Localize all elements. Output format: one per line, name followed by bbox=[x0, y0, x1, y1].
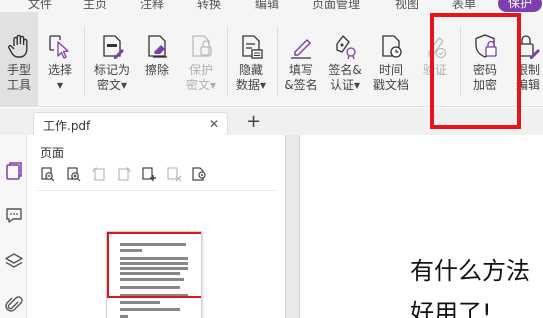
rotate-right-icon[interactable] bbox=[116, 166, 132, 182]
hand-tool-label: 手型 工具 bbox=[6, 63, 31, 92]
erase-button[interactable]: 擦除 bbox=[138, 12, 176, 107]
page-thumbnail[interactable] bbox=[106, 231, 202, 318]
timestamp-icon bbox=[382, 35, 402, 58]
page-thumbnail-panel: 页面 bbox=[28, 135, 284, 318]
delete-page-icon[interactable] bbox=[166, 166, 182, 182]
timestamp-button[interactable]: 时间 戳文档 bbox=[369, 12, 413, 107]
fill-sign-label: 填写 &签名 bbox=[284, 63, 318, 92]
eraser-icon bbox=[148, 35, 167, 58]
menu-convert[interactable]: 转换 bbox=[197, 0, 221, 12]
protect-redact-icon bbox=[192, 35, 212, 57]
page-properties-icon[interactable] bbox=[191, 166, 207, 182]
protect-redact-button[interactable]: 保护 密文▾ bbox=[178, 12, 224, 107]
sign-certify-icon bbox=[336, 35, 356, 60]
ribbon-separator bbox=[227, 26, 228, 96]
menu-view[interactable]: 视图 bbox=[395, 0, 419, 12]
menu-file[interactable]: 文件 bbox=[28, 0, 52, 12]
document-page[interactable]: 有什么方法 好用了! bbox=[299, 135, 543, 318]
fill-sign-icon bbox=[291, 39, 311, 59]
ribbon-separator bbox=[84, 26, 85, 96]
select-label: 选择 ▾ bbox=[47, 63, 72, 92]
menu-edit[interactable]: 编辑 bbox=[255, 0, 279, 12]
hide-data-label: 隐藏 数据▾ bbox=[235, 63, 267, 92]
pages-icon[interactable] bbox=[4, 161, 24, 181]
zoom-in-page-icon[interactable] bbox=[66, 166, 82, 182]
layers-icon[interactable] bbox=[4, 251, 24, 271]
panel-title: 页面 bbox=[40, 146, 65, 160]
document-tab-title: 工作.pdf bbox=[43, 119, 91, 133]
redact-mark-icon bbox=[103, 35, 124, 59]
sign-certify-label: 签名& 认证▾ bbox=[328, 63, 362, 92]
document-heading-line1: 有什么方法 bbox=[410, 257, 530, 285]
hand-icon bbox=[8, 34, 28, 58]
menu-form[interactable]: 表单 bbox=[452, 0, 476, 12]
document-heading-line2: 好用了! bbox=[410, 299, 492, 318]
thumbnail-selection-frame bbox=[107, 232, 201, 298]
menu-home[interactable]: 主页 bbox=[83, 0, 107, 12]
select-button[interactable]: 选择 ▾ bbox=[40, 12, 80, 107]
menu-bar: 文件 主页 注释 转换 编辑 页面管理 视图 表单 保护 bbox=[0, 0, 543, 12]
left-sidebar bbox=[0, 135, 27, 318]
zoom-out-page-icon[interactable] bbox=[40, 166, 56, 182]
mark-redact-button[interactable]: 标记为 密文▾ bbox=[88, 12, 136, 107]
select-cursor-icon bbox=[49, 35, 69, 59]
rotate-left-icon[interactable] bbox=[91, 166, 107, 182]
menu-annotate[interactable]: 注释 bbox=[140, 0, 164, 12]
erase-label: 擦除 bbox=[144, 63, 169, 77]
menu-protect[interactable]: 保护 bbox=[498, 0, 543, 12]
menu-page-manage[interactable]: 页面管理 bbox=[312, 0, 360, 12]
sign-certify-button[interactable]: 签名& 认证▾ bbox=[323, 12, 367, 107]
mark-redact-label: 标记为 密文▾ bbox=[93, 63, 130, 92]
close-icon[interactable]: ✕ bbox=[209, 117, 219, 131]
highlight-annotation-box bbox=[430, 13, 521, 129]
attachment-icon[interactable] bbox=[4, 295, 24, 315]
protect-redact-label: 保护 密文▾ bbox=[185, 63, 217, 92]
insert-page-icon[interactable] bbox=[141, 166, 157, 182]
panel-divider bbox=[37, 190, 277, 191]
hide-data-button[interactable]: 隐藏 数据▾ bbox=[230, 12, 272, 107]
timestamp-label: 时间 戳文档 bbox=[372, 63, 409, 92]
hide-data-icon bbox=[242, 35, 263, 59]
document-tab[interactable]: 工作.pdf ✕ bbox=[33, 112, 228, 135]
ribbon-separator bbox=[277, 26, 278, 96]
new-tab-button[interactable]: + bbox=[246, 111, 261, 132]
hand-tool-button[interactable]: 手型 工具 bbox=[0, 12, 38, 107]
document-view: 有什么方法 好用了! bbox=[285, 135, 543, 318]
comment-icon[interactable] bbox=[4, 205, 24, 225]
fill-sign-button[interactable]: 填写 &签名 bbox=[281, 12, 321, 107]
